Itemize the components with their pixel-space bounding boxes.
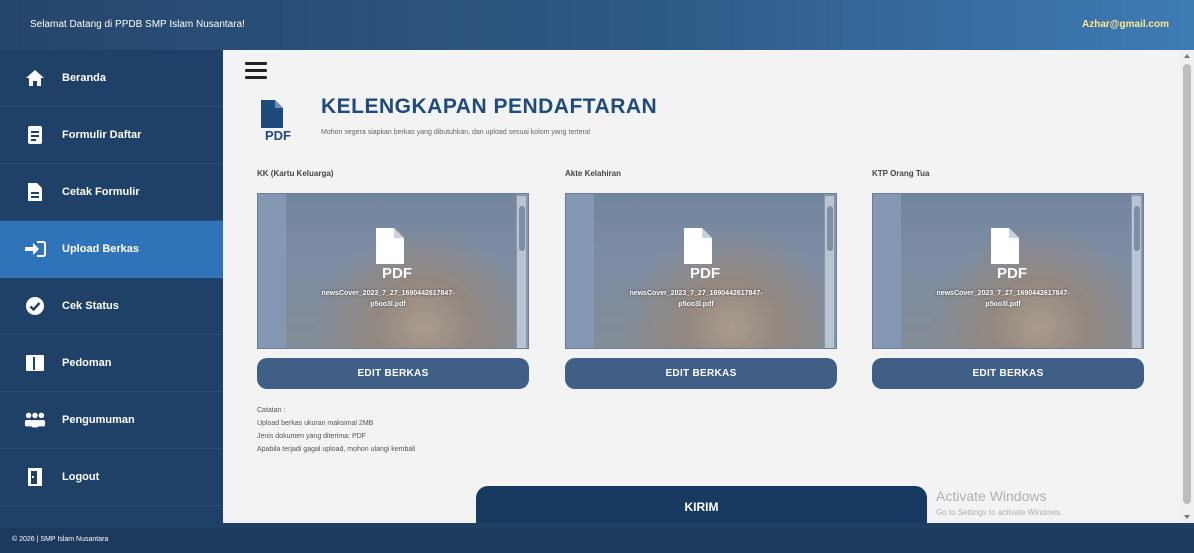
pdf-label: PDF [382,265,412,280]
scroll-down-icon[interactable] [1184,515,1190,519]
sidebar-item-pengumuman[interactable]: Pengumuman [0,392,223,449]
activate-windows-watermark: Activate Windows Go to Settings to activ… [936,488,1062,517]
notes-heading: Catatan : [257,407,286,414]
pdf-label: PDF [265,128,291,142]
sidebar-item-cek-status[interactable]: Cek Status [0,278,223,335]
welcome-text: Selamat Datang di PPDB SMP Islam Nusanta… [30,19,245,30]
notes-line: Upload berkas ukuran maksimal 2MB [257,420,374,427]
file-name: newsCover_2023_7_27_1690442617847- p5oo3… [883,288,1123,310]
document-label-akte: Akte Kelahiran [565,169,622,178]
preview-scrollbar[interactable] [1131,196,1141,348]
upload-icon [24,238,46,260]
file-name-line: p5oo3l.pdf [370,301,406,308]
upload-notes: Catatan : Upload berkas ukuran maksimal … [257,404,415,456]
pdf-file-icon: PDF [987,226,1031,282]
pdf-label: PDF [997,265,1027,280]
file-name-line: newsCover_2023_7_27_1690442617847- [629,290,763,297]
sidebar-item-label: Cek Status [62,300,119,312]
pdf-document-icon: PDF [259,98,299,143]
file-name-line: newsCover_2023_7_27_1690442617847- [321,290,455,297]
sidebar-item-beranda[interactable]: Beranda [0,50,223,107]
notes-line: Apabila terjadi gagal upload, mohon ulan… [257,446,416,453]
home-icon [24,67,46,89]
scrollbar-thumb[interactable] [1183,64,1191,504]
file-name-line: p5oo3l.pdf [985,301,1021,308]
sidebar-item-label: Logout [62,471,100,483]
document-preview-akte[interactable]: PDF newsCover_2023_7_27_1690442617847- p… [565,193,837,349]
sidebar-item-label: Beranda [62,72,107,84]
scroll-up-icon[interactable] [1184,54,1190,58]
file-name: newsCover_2023_7_27_1690442617847- p5oo3… [268,288,508,310]
watermark-title: Activate Windows [936,488,1047,504]
sidebar-item-upload-berkas[interactable]: Upload Berkas [0,221,223,278]
page-scrollbar[interactable] [1180,50,1194,523]
check-circle-icon [24,295,46,317]
notes-line: Jenis dokumen yang diterima: PDF [257,433,366,440]
footer: © 2026 | SMP Islam Nusantara [0,528,1194,553]
sidebar-item-label: Pengumuman [62,414,135,426]
pdf-file-icon: PDF [680,226,724,282]
sidebar-item-logout[interactable]: Logout [0,449,223,506]
copyright-text: © 2026 | SMP Islam Nusantara [12,536,109,543]
sidebar-item-cetak-formulir[interactable]: Cetak Formulir [0,164,223,221]
menu-toggle-icon[interactable] [245,62,267,80]
file-name-line: p5oo3l.pdf [678,301,714,308]
sidebar-item-label: Upload Berkas [62,243,140,255]
kirim-button[interactable]: KIRIM [476,486,927,523]
preview-scrollbar[interactable] [516,196,526,348]
file-icon [24,181,46,203]
page-title: KELENGKAPAN PENDAFTARAN [321,95,658,118]
sidebar-item-formulir-daftar[interactable]: Formulir Daftar [0,107,223,164]
logout-icon [24,466,46,488]
sidebar-item-label: Pedoman [62,357,112,369]
users-icon [24,409,46,431]
document-preview-ktp[interactable]: PDF newsCover_2023_7_27_1690442617847- p… [872,193,1144,349]
document-label-kk: KK (Kartu Keluarga) [257,169,334,178]
watermark-subtitle: Go to Settings to activate Windows. [936,508,1063,517]
edit-berkas-button-kk[interactable]: EDIT BERKAS [257,358,529,389]
file-name-line: newsCover_2023_7_27_1690442617847- [936,290,1070,297]
edit-berkas-button-akte[interactable]: EDIT BERKAS [565,358,837,389]
top-bar: Selamat Datang di PPDB SMP Islam Nusanta… [0,0,1194,50]
document-label-ktp: KTP Orang Tua [872,169,930,178]
page-subtitle: Mohon segera siapkan berkas yang dibutuh… [321,129,591,136]
pdf-label: PDF [690,265,720,280]
document-preview-kk[interactable]: PDF newsCover_2023_7_27_1690442617847- p… [257,193,529,349]
file-name: newsCover_2023_7_27_1690442617847- p5oo3… [576,288,816,310]
sidebar: Beranda Formulir Daftar Cetak Formulir U… [0,50,223,528]
pdf-file-icon: PDF [372,226,416,282]
sidebar-item-pedoman[interactable]: Pedoman [0,335,223,392]
book-icon [24,352,46,374]
user-email[interactable]: Azhar@gmail.com [1082,19,1169,30]
main-panel: PDF KELENGKAPAN PENDAFTARAN Mohon segera… [223,50,1180,523]
sidebar-item-label: Formulir Daftar [62,129,142,141]
sidebar-item-label: Cetak Formulir [62,186,140,198]
edit-berkas-button-ktp[interactable]: EDIT BERKAS [872,358,1144,389]
preview-scrollbar[interactable] [824,196,834,348]
form-icon [24,124,46,146]
